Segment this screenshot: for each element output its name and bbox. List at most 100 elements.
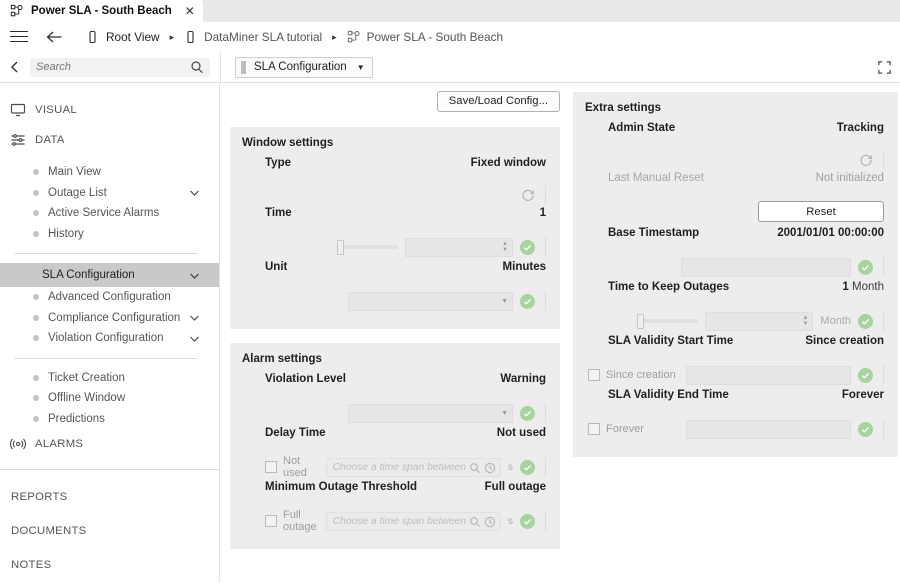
chevron-down-icon[interactable]: [188, 332, 201, 345]
search-box[interactable]: [30, 57, 210, 77]
field-control: ▼: [239, 287, 548, 315]
field-value: Warning: [500, 373, 546, 385]
close-icon[interactable]: ✕: [185, 5, 195, 17]
field-header: Time to Keep Outages 1 Month: [582, 281, 886, 307]
search-icon[interactable]: [190, 60, 204, 74]
sidebar-section-alarms[interactable]: ALARMS: [0, 429, 219, 459]
stepper-arrows-icon[interactable]: ▲ ▼: [802, 315, 808, 327]
since-creation-checkbox-group[interactable]: Since creation: [582, 369, 676, 381]
unit-dropdown[interactable]: ▼: [348, 291, 513, 311]
sidebar-section-visual[interactable]: VISUAL: [0, 95, 219, 125]
save-load-config-button[interactable]: Save/Load Config...: [436, 91, 560, 112]
apply-check-button[interactable]: [858, 367, 873, 383]
bullet-icon: [33, 189, 39, 196]
delay-time-input[interactable]: Choose a time span between: [325, 457, 501, 477]
sla-configuration-dropdown[interactable]: SLA Configuration ▼: [235, 56, 373, 78]
base-timestamp-input[interactable]: [681, 257, 851, 277]
sidebar-section-data[interactable]: DATA: [0, 125, 219, 155]
input-placeholder: Choose a time span between: [332, 515, 466, 527]
sidebar-item-sla-configuration[interactable]: SLA Configuration: [0, 263, 219, 287]
breadcrumb-separator: ▸: [332, 31, 337, 42]
field-admin-state: Admin State Tracking: [582, 122, 886, 172]
reset-button[interactable]: Reset: [758, 201, 884, 222]
breadcrumb-item-root-view[interactable]: Root View: [86, 30, 160, 44]
field-value: Tracking: [836, 122, 884, 134]
field-time-to-keep-outages: Time to Keep Outages 1 Month ▲ ▼ Month: [582, 281, 886, 335]
field-label: Time to Keep Outages: [608, 281, 730, 293]
search-icon[interactable]: [469, 461, 481, 474]
field-header: Time 1: [239, 207, 548, 233]
search-zone: [0, 52, 220, 83]
clock-icon[interactable]: [484, 515, 496, 528]
sidebar-item-notes[interactable]: NOTES: [0, 548, 219, 582]
minimum-outage-checkbox-group[interactable]: Full outage: [239, 509, 319, 533]
search-input[interactable]: [36, 61, 190, 73]
refresh-icon[interactable]: [859, 153, 873, 167]
apply-check-button[interactable]: [858, 259, 873, 275]
slider-thumb[interactable]: [337, 239, 344, 255]
accent-bar: [545, 457, 546, 477]
search-icon[interactable]: [469, 515, 481, 528]
sidebar-item-active-service-alarms[interactable]: Active Service Alarms: [0, 203, 219, 224]
panel-title: Alarm settings: [242, 353, 322, 365]
forever-checkbox-group[interactable]: Forever: [582, 423, 644, 435]
breadcrumb-item-power-sla-south-beach[interactable]: Power SLA - South Beach: [347, 30, 503, 44]
breadcrumb-item-dataminer-sla-tutorial[interactable]: DataMiner SLA tutorial: [184, 30, 322, 44]
sidebar-item-documents[interactable]: DOCUMENTS: [0, 514, 219, 548]
stepper-arrows-icon[interactable]: ▲ ▼: [502, 241, 508, 253]
not-used-checkbox[interactable]: [265, 461, 277, 473]
sidebar-item-ticket-creation[interactable]: Ticket Creation: [0, 368, 219, 389]
bullet-icon: [33, 395, 39, 402]
full-outage-checkbox[interactable]: [265, 515, 277, 527]
fullscreen-icon[interactable]: [868, 52, 900, 83]
apply-check-button[interactable]: [520, 293, 535, 309]
sidebar-item-violation-configuration[interactable]: Violation Configuration: [0, 328, 219, 349]
sla-start-time-input[interactable]: [686, 365, 851, 385]
apply-check-button[interactable]: [520, 459, 535, 475]
field-label: Unit: [265, 261, 288, 273]
chevron-down-icon[interactable]: [188, 269, 201, 282]
apply-check-button[interactable]: [858, 313, 873, 329]
delay-time-checkbox-group[interactable]: Not used: [239, 455, 319, 479]
field-control: [582, 253, 886, 281]
field-value: Not initialized: [815, 172, 884, 184]
sidebar-item-outage-list[interactable]: Outage List: [0, 183, 219, 204]
field-control: ▲ ▼: [239, 233, 548, 261]
keep-outages-slider[interactable]: [636, 312, 699, 330]
apply-check-button[interactable]: [858, 421, 873, 437]
time-slider[interactable]: [336, 238, 398, 256]
chevron-down-icon[interactable]: [188, 186, 201, 199]
field-label: SLA Validity Start Time: [608, 335, 734, 347]
apply-check-button[interactable]: [520, 239, 535, 255]
keep-outages-stepper[interactable]: ▲ ▼: [705, 311, 814, 331]
sidebar-item-main-view[interactable]: Main View: [0, 162, 219, 183]
violation-level-dropdown[interactable]: ▼: [348, 403, 513, 423]
refresh-icon[interactable]: [521, 188, 535, 202]
time-stepper[interactable]: ▲ ▼: [405, 237, 513, 257]
sidebar-item-reports[interactable]: REPORTS: [0, 480, 219, 514]
forever-checkbox[interactable]: [588, 423, 600, 435]
since-creation-checkbox[interactable]: [588, 369, 600, 381]
sidebar-item-predictions[interactable]: Predictions: [0, 409, 219, 430]
chevron-left-icon[interactable]: [6, 58, 24, 76]
tab-power-sla-south-beach[interactable]: Power SLA - South Beach ✕: [0, 0, 203, 22]
clock-icon[interactable]: [484, 461, 496, 474]
sidebar-item-history[interactable]: History: [0, 224, 219, 245]
field-control: Not used Choose a time span between s: [239, 453, 548, 481]
sidebar-item-advanced-configuration[interactable]: Advanced Configuration: [0, 287, 219, 308]
sidebar-item-compliance-configuration[interactable]: Compliance Configuration: [0, 308, 219, 329]
slider-thumb[interactable]: [637, 313, 645, 329]
sidebar-item-offline-window[interactable]: Offline Window: [0, 388, 219, 409]
apply-check-button[interactable]: [520, 513, 535, 529]
chevron-down-icon[interactable]: [188, 311, 201, 324]
sidebar-section-label: DATA: [35, 134, 65, 146]
toolbar: SLA Configuration ▼: [0, 51, 900, 83]
bullet-icon: [33, 415, 39, 422]
minimum-outage-input[interactable]: Choose a time span between: [325, 511, 501, 531]
sla-end-time-input[interactable]: [686, 419, 851, 439]
apply-check-button[interactable]: [520, 405, 535, 421]
hamburger-menu-icon[interactable]: [10, 30, 28, 44]
view-icon: [184, 30, 197, 44]
back-arrow-icon[interactable]: [44, 28, 64, 46]
